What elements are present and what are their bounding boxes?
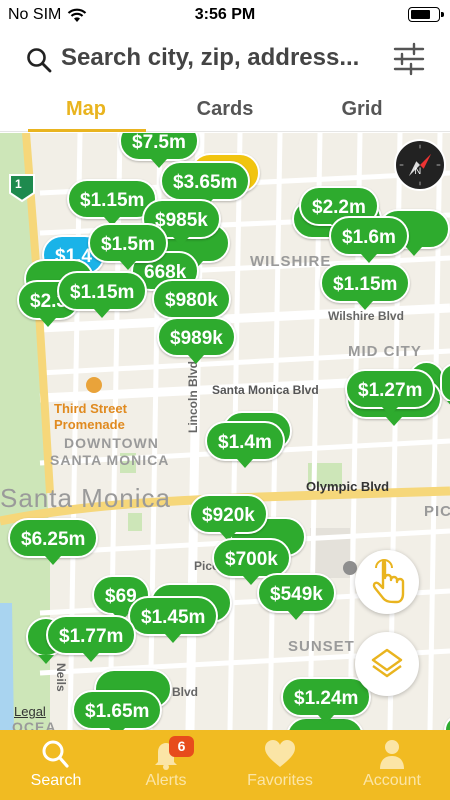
price-pin[interactable]: $6.25m [8,518,99,565]
map-label-pic: PIC [424,503,450,520]
search-icon [27,48,52,73]
price-pin[interactable]: $549k [257,573,336,620]
price-pin[interactable]: $1.65m [72,690,163,730]
map-label-mid-city: MID CITY [348,343,422,360]
map-label-ocean: OCEA [12,719,57,730]
price-pin[interactable]: $1.15m [57,271,148,318]
map-label-downtown: DOWNTOWN [64,435,159,451]
tab-bar-favorites[interactable]: Favorites [224,730,336,800]
tab-bar-search[interactable]: Search [0,730,112,800]
price-pin[interactable]: $1.6m [329,216,409,263]
svg-text:N: N [414,166,421,176]
draw-area-button[interactable] [355,550,419,614]
hand-pointer-icon [372,559,405,604]
price-pin[interactable]: $989k [157,317,236,364]
price-pin[interactable]: $7.5m [119,133,199,168]
search-icon [42,740,69,768]
tab-map[interactable]: Map [11,98,161,121]
tab-bar-account[interactable]: Account [336,730,448,800]
map-label-santa-monica-blvd: Santa Monica Blvd [212,383,319,397]
search-bar[interactable]: Search city, zip, address... [0,30,450,88]
map-label-santa-monica-district: SANTA MONICA [50,452,170,468]
map-label-lincoln-blvd: Lincoln Blvd [186,361,200,433]
tab-grid[interactable]: Grid [287,98,437,121]
price-pin[interactable]: $1.77m [46,615,137,662]
price-pin[interactable]: $3.65m [160,161,251,208]
filter-sliders-icon[interactable] [392,42,426,76]
price-pin[interactable]: $700k [212,538,291,585]
price-pin[interactable]: $980k [152,279,231,326]
heart-icon [265,740,295,767]
map-label-wilshire: WILSHIRE [250,253,332,270]
battery-icon [408,7,444,22]
active-tab-indicator [28,129,146,132]
price-pin[interactable]: $1.4m [205,421,285,468]
price-pin[interactable]: $1.45m [128,596,219,643]
tab-bar-alerts-label: Alerts [145,772,187,789]
map-label-promenade: Promenade [54,417,125,432]
tab-cards[interactable]: Cards [150,98,300,121]
alerts-badge: 6 [169,736,194,757]
price-pin[interactable]: $1.27m [345,369,436,416]
tab-bar-favorites-label: Favorites [247,772,313,789]
legal-link[interactable]: Legal [14,704,46,719]
tab-bar-account-label: Account [363,772,421,789]
map-label-blvd: Blvd [172,685,199,699]
map-label-neilson: Neils [54,663,68,692]
highway-shield-label: 1 [15,177,23,191]
map-label-third-street: Third Street [54,401,127,416]
layers-icon [371,648,403,678]
map-label-city: Santa Monica [0,483,171,513]
tab-bar-search-label: Search [30,772,82,789]
price-pin[interactable]: $1.5m [88,223,168,270]
search-input[interactable]: Search city, zip, address... [61,44,359,72]
map-layers-button[interactable] [355,632,419,696]
tab-bar-alerts[interactable]: 6 Alerts [110,730,222,800]
bottom-tab-bar: Search 6 Alerts Favorites Account [0,730,450,800]
map-label-olympic-blvd: Olympic Blvd [306,479,390,494]
status-bar: No SIM 3:56 PM [0,0,450,30]
map-label-wilshire-blvd: Wilshire Blvd [328,309,404,323]
map-label-sunset: SUNSET [288,638,355,655]
status-time: 3:56 PM [194,6,256,23]
compass-icon[interactable]: N [394,139,446,191]
map-view[interactable]: 1 WILSHIRE Wilshire Blvd MID CITY Santa … [0,133,450,730]
price-pin[interactable]: $1.15m [320,263,411,310]
view-tabs: Map Cards Grid [0,88,450,132]
price-pin[interactable]: $920k [189,494,268,541]
person-icon [380,740,404,769]
app-screen: No SIM 3:56 PM Search city, zip, address… [0,0,450,800]
